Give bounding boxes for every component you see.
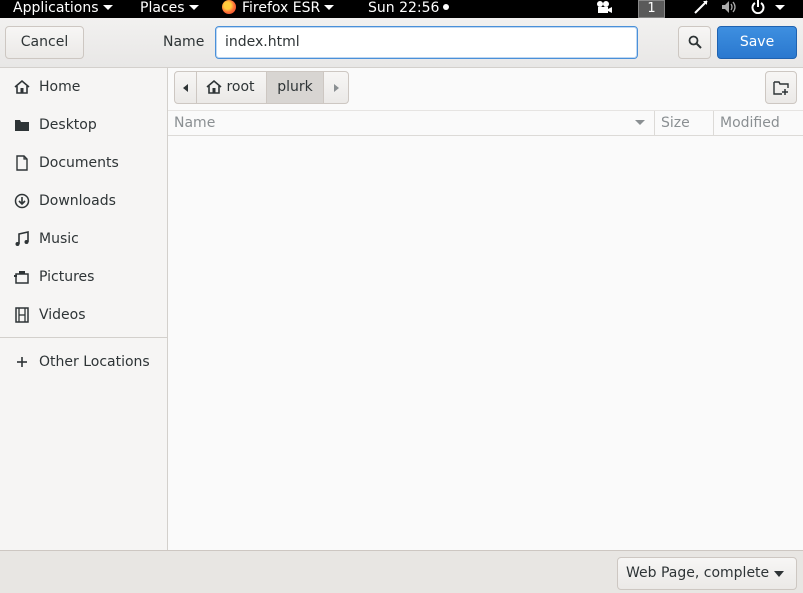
column-header-size[interactable]: Size	[654, 111, 712, 136]
search-button[interactable]	[678, 26, 711, 59]
breadcrumb: root plurk	[174, 71, 349, 104]
sidebar-item-label: Downloads	[39, 193, 116, 209]
dialog-footer: Web Page, complete	[0, 550, 803, 593]
path-forward-button[interactable]	[324, 72, 348, 103]
sidebar-item-label: Home	[39, 79, 81, 95]
sidebar-item-label: Desktop	[39, 117, 97, 133]
path-segment-root[interactable]: root	[197, 72, 267, 103]
chevron-down-icon	[775, 4, 785, 10]
sidebar-item-home[interactable]: Home	[0, 68, 167, 106]
save-file-dialog: Cancel Name index.html Save Home Desktop…	[0, 18, 803, 593]
places-label: Places	[140, 0, 185, 16]
chevron-right-icon	[334, 84, 339, 92]
download-icon	[14, 193, 30, 209]
search-icon	[688, 35, 702, 49]
home-icon	[206, 79, 222, 94]
clock-label: Sun 22:56	[368, 0, 440, 16]
sidebar-item-pictures[interactable]: Pictures	[0, 258, 167, 296]
path-back-button[interactable]	[175, 72, 197, 103]
file-type-dropdown[interactable]: Web Page, complete	[617, 557, 797, 590]
document-icon	[16, 155, 28, 171]
chevron-down-icon	[188, 4, 199, 10]
places-menu[interactable]: Places	[140, 0, 199, 18]
home-icon	[14, 79, 30, 94]
sidebar-divider	[0, 337, 167, 338]
new-folder-icon	[773, 81, 789, 95]
chevron-down-icon	[774, 571, 784, 577]
sidebar-item-desktop[interactable]: Desktop	[0, 106, 167, 144]
sidebar-item-label: Documents	[39, 155, 119, 171]
desktop-folder-icon	[15, 120, 29, 131]
sidebar-item-videos[interactable]: Videos	[0, 296, 167, 334]
workspace-indicator[interactable]: 1	[638, 0, 665, 18]
places-sidebar: Home Desktop Documents Downloads Music P…	[0, 68, 168, 550]
sidebar-item-other-locations[interactable]: Other Locations	[0, 343, 167, 381]
name-label: Name	[163, 34, 205, 50]
firefox-app-menu[interactable]: Firefox ESR	[222, 0, 335, 18]
chevron-down-icon	[102, 4, 113, 10]
power-menu[interactable]	[751, 0, 785, 18]
sidebar-item-documents[interactable]: Documents	[0, 144, 167, 182]
top-panel: Applications Places Firefox ESR Sun 22:5…	[0, 0, 803, 18]
path-segment-label: plurk	[277, 79, 313, 95]
save-button[interactable]: Save	[717, 26, 797, 59]
cancel-button[interactable]: Cancel	[5, 26, 84, 59]
path-segment-label: root	[226, 79, 255, 95]
column-header-name[interactable]: Name	[174, 111, 215, 136]
music-icon	[15, 231, 29, 246]
sidebar-item-music[interactable]: Music	[0, 220, 167, 258]
plus-icon	[17, 357, 27, 367]
file-browser-pane: root plurk Name Size Modified	[168, 68, 803, 550]
sidebar-item-label: Music	[39, 231, 79, 247]
browser-label: Firefox ESR	[242, 0, 321, 16]
sidebar-item-label: Pictures	[39, 269, 95, 285]
applications-menu[interactable]: Applications	[13, 0, 113, 18]
notification-dot-icon	[443, 4, 450, 10]
video-camera-icon[interactable]	[596, 0, 613, 18]
volume-icon[interactable]	[721, 0, 739, 18]
firefox-icon	[222, 0, 236, 14]
dialog-headerbar: Cancel Name index.html Save	[0, 18, 803, 68]
applications-label: Applications	[13, 0, 99, 16]
power-icon	[751, 0, 765, 14]
chevron-left-icon	[182, 84, 188, 92]
network-icon[interactable]	[693, 0, 709, 18]
chevron-down-icon	[324, 4, 335, 10]
path-segment-plurk[interactable]: plurk	[267, 72, 324, 103]
column-header-row: Name Size Modified	[168, 110, 803, 136]
camera-icon	[14, 271, 29, 284]
filename-input[interactable]: index.html	[215, 26, 638, 59]
sidebar-item-label: Other Locations	[39, 354, 150, 370]
sidebar-item-downloads[interactable]: Downloads	[0, 182, 167, 220]
file-type-label: Web Page, complete	[626, 565, 770, 581]
file-list[interactable]	[168, 137, 803, 550]
column-header-modified[interactable]: Modified	[713, 111, 803, 136]
create-folder-button[interactable]	[765, 71, 797, 104]
clock[interactable]: Sun 22:56	[368, 0, 450, 18]
sidebar-item-label: Videos	[39, 307, 86, 323]
film-icon	[15, 307, 29, 323]
